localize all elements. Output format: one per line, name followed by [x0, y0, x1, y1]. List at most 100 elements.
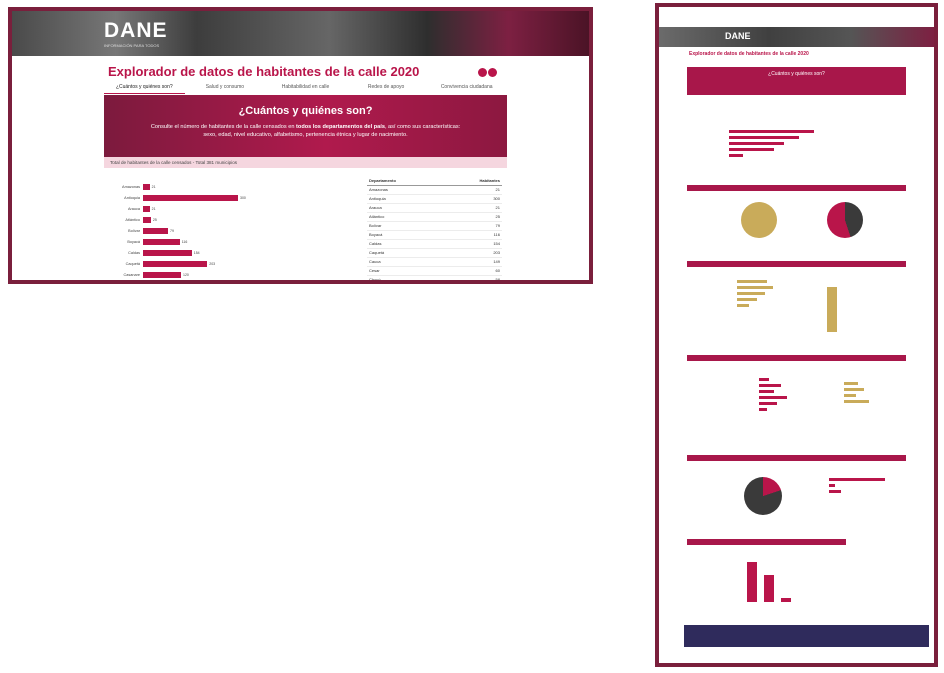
table-cell: Cesar	[369, 268, 380, 273]
thumb-hbar-chart-a	[759, 375, 799, 414]
dane-logo[interactable]: DANE INFORMACIÓN PARA TODOS	[104, 19, 168, 48]
bar-value: 21	[151, 184, 156, 189]
bar-row: Boyacá 116	[107, 236, 337, 247]
thumb-page-title: Explorador de datos de habitantes de la …	[689, 51, 809, 57]
thumb-section-bar-4	[687, 455, 906, 461]
bar-row: Arauca 21	[107, 203, 337, 214]
bar[interactable]	[143, 271, 181, 278]
table-cell: Amazonas	[369, 187, 388, 192]
thumb-col-3	[781, 598, 791, 602]
screenshot-desktop-view: DANE INFORMACIÓN PARA TODOS Explorador de…	[8, 7, 593, 284]
bar-value: 300	[240, 195, 246, 200]
thumb-hbar-chart-b	[844, 379, 884, 406]
thumb-section-bar-3	[687, 355, 906, 361]
header-banner: DANE INFORMACIÓN PARA TODOS	[12, 11, 589, 56]
thumb-dane-logo: DANE	[725, 31, 751, 41]
thumb-hbar-chart-c	[829, 475, 889, 496]
logo-text: DANE	[104, 19, 168, 42]
bar-label: Caldas	[128, 250, 140, 255]
table-cell: 300	[493, 196, 500, 201]
tab-redes[interactable]: Redes de apoyo	[346, 82, 427, 94]
bar[interactable]	[143, 205, 150, 212]
table-row: Cesar 60	[367, 267, 502, 276]
table-row: Boyacá 116	[367, 231, 502, 240]
bar[interactable]	[143, 194, 238, 201]
bar[interactable]	[143, 227, 169, 234]
thumb-pyramid-chart	[737, 277, 777, 310]
bar-row: Casanare 120	[107, 269, 337, 280]
share-icon[interactable]	[488, 68, 497, 77]
table-row: Caquetá 203	[367, 249, 502, 258]
table-row: Cauca 149	[367, 258, 502, 267]
bar[interactable]	[143, 249, 192, 256]
table-cell: Bolívar	[369, 223, 382, 228]
tab-habitabilidad[interactable]: Habitabilidad en calle	[265, 82, 346, 94]
screenshot-fullpage-view: DANE Explorador de datos de habitantes d…	[655, 3, 938, 667]
table-row: Bolívar 79	[367, 222, 502, 231]
thumb-column-chart	[827, 287, 837, 332]
table-cell: 25	[495, 214, 500, 219]
hero-heading: ¿Cuántos y quiénes son?	[238, 105, 373, 117]
bar[interactable]	[143, 183, 150, 190]
table-row: Amazonas 21	[367, 186, 502, 195]
thumb-pie-1	[741, 202, 777, 238]
bar-label: Antioquia	[124, 195, 140, 200]
bar-value: 25	[152, 217, 157, 222]
bar-value: 79	[170, 228, 174, 233]
bar-value: 154	[193, 250, 200, 255]
table-cell: 116	[493, 232, 500, 237]
column-header-habitantes[interactable]: Habitantes	[480, 177, 500, 185]
hero-text: Consulte el número de habitantes de la c…	[144, 123, 467, 139]
thumb-hero: ¿Cuántos y quiénes son?	[687, 67, 906, 95]
bar-label: Atlántico	[125, 217, 140, 222]
bar-value: 116	[181, 239, 188, 244]
department-table: Departamento Habitantes Amazonas 21 Antioq…	[367, 177, 502, 282]
tab-salud[interactable]: Salud y consumo	[185, 82, 266, 94]
thumb-bar-chart	[729, 127, 829, 160]
bar-label: Arauca	[127, 206, 140, 211]
bar-row: Antioquia 300	[107, 192, 337, 203]
table-row: Caldas 154	[367, 240, 502, 249]
table-row: Arauca 21	[367, 204, 502, 213]
thumb-section-bar-1	[687, 185, 906, 191]
tab-cuantos[interactable]: ¿Cuántos y quiénes son?	[104, 82, 185, 94]
column-header-departamento[interactable]: Departamento	[369, 177, 396, 185]
table-cell: Atlántico	[369, 214, 385, 219]
bar-row: Caquetá 203	[107, 258, 337, 269]
page-title: Explorador de datos de habitantes de la …	[108, 64, 420, 79]
thumb-pie-3	[744, 477, 782, 515]
bar[interactable]	[143, 260, 208, 267]
header-icons	[477, 64, 497, 82]
thumb-header-banner: DANE	[659, 27, 934, 47]
hero-section: ¿Cuántos y quiénes son? Consulte el núme…	[104, 95, 507, 157]
bar-value: 120	[183, 272, 189, 277]
info-icon[interactable]	[478, 68, 487, 77]
thumb-hero-heading: ¿Cuántos y quiénes son?	[768, 71, 825, 77]
thumb-col-2	[764, 575, 774, 602]
table-cell: 79	[495, 223, 500, 228]
table-cell: Caldas	[369, 241, 382, 246]
bar-label: Amazonas	[122, 184, 140, 189]
table-cell: Caquetá	[369, 250, 385, 255]
thumb-footer	[684, 625, 929, 647]
department-bar-chart: Amazonas 21 Antioquia 300 Arauca 21 Atlántico 2…	[107, 181, 337, 280]
table-row: Antioquia 300	[367, 195, 502, 204]
table-cell: 154	[493, 241, 500, 246]
table-cell: 58	[495, 277, 500, 282]
hero-text-1: Consulte el número de habitantes de la c…	[150, 124, 297, 130]
thumb-col-1	[747, 562, 757, 602]
table-header: Departamento Habitantes	[367, 177, 502, 186]
thumb-section-bar-2	[687, 261, 906, 267]
filter-bar[interactable]: Total de habitantes de la calle censados…	[104, 157, 507, 168]
nav-tabs: ¿Cuántos y quiénes son? Salud y consumo …	[104, 82, 507, 94]
logo-subtitle: INFORMACIÓN PARA TODOS	[104, 43, 160, 48]
table-cell: 21	[495, 205, 500, 210]
bar-row: Amazonas 21	[107, 181, 337, 192]
bar[interactable]	[143, 238, 180, 245]
bar[interactable]	[143, 216, 151, 223]
thumb-pie-2	[827, 202, 863, 238]
tab-convivencia[interactable]: Convivencia ciudadana	[426, 82, 507, 94]
table-row: Chocó 58	[367, 276, 502, 282]
bar-row: Bolívar 79	[107, 225, 337, 236]
bar-label: Caquetá	[125, 261, 140, 266]
